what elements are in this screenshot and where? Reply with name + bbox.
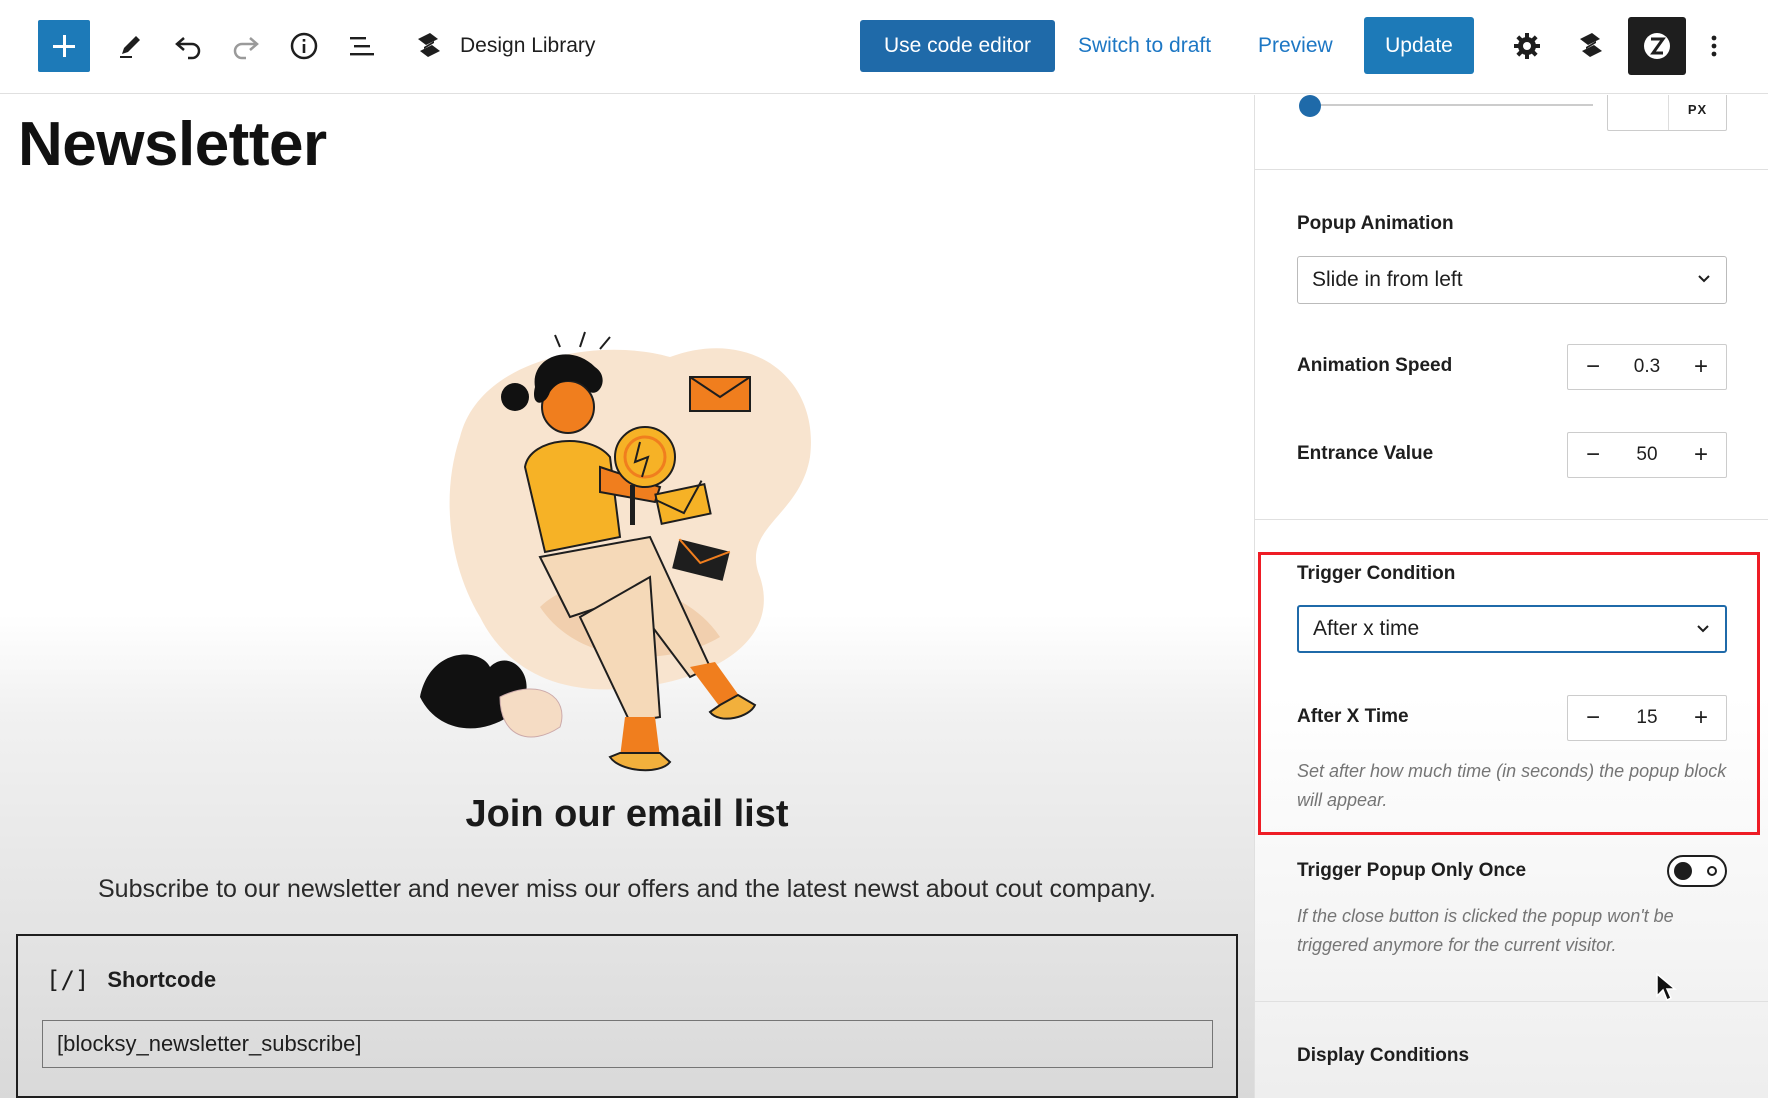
blocksy-logo-icon	[418, 33, 440, 57]
block-editor-icon[interactable]	[1628, 17, 1686, 75]
toggle-knob	[1674, 862, 1692, 880]
trigger-once-help: If the close button is clicked the popup…	[1297, 906, 1674, 955]
document-title-label: Design Library	[460, 34, 596, 57]
shortcode-block-header: [/] Shortcode	[46, 966, 216, 994]
editor-toolbar: Design Library Use code editor Switch to…	[0, 0, 1768, 94]
entrance-value-stepper: − 50 +	[1567, 432, 1727, 478]
update-button[interactable]: Update	[1364, 17, 1474, 74]
animation-speed-value[interactable]: 0.3	[1618, 356, 1676, 378]
trigger-once-toggle[interactable]	[1667, 855, 1727, 887]
document-title-button[interactable]: Design Library	[412, 22, 595, 70]
entrance-value-label: Entrance Value	[1297, 443, 1434, 464]
use-code-editor-button[interactable]: Use code editor	[860, 20, 1055, 72]
popup-animation-value: Slide in from left	[1312, 268, 1463, 291]
subscribe-paragraph[interactable]: Subscribe to our newsletter and never mi…	[0, 875, 1254, 904]
blocksy-icon[interactable]	[1567, 22, 1615, 70]
pencil-icon[interactable]	[106, 22, 154, 70]
decrement-button[interactable]: −	[1568, 345, 1618, 389]
after-x-time-stepper: − 15 +	[1567, 695, 1727, 741]
increment-button[interactable]: +	[1676, 696, 1726, 740]
settings-sidebar: PX Popup Animation Slide in from left An…	[1254, 95, 1768, 1098]
chevron-down-icon	[1698, 275, 1710, 283]
page-title[interactable]: Newsletter	[18, 109, 327, 180]
add-block-button[interactable]	[38, 20, 90, 72]
after-x-time-value[interactable]: 15	[1618, 707, 1676, 729]
popup-animation-label: Popup Animation	[1297, 213, 1454, 234]
slider-thumb[interactable]	[1299, 95, 1321, 117]
after-x-time-label: After X Time	[1297, 706, 1409, 727]
shortcode-block-title: Shortcode	[107, 967, 217, 992]
decrement-button[interactable]: −	[1568, 433, 1618, 477]
increment-button[interactable]: +	[1676, 345, 1726, 389]
undo-icon[interactable]	[164, 22, 212, 70]
email-list-heading[interactable]: Join our email list	[0, 793, 1254, 836]
trigger-condition-label: Trigger Condition	[1297, 563, 1456, 584]
trigger-condition-select[interactable]: After x time	[1297, 605, 1727, 653]
section-divider	[1255, 1001, 1768, 1002]
toggle-off-indicator	[1707, 866, 1717, 876]
animation-speed-stepper: − 0.3 +	[1567, 344, 1727, 390]
unit-selector[interactable]: PX	[1668, 95, 1726, 130]
shortcode-block[interactable]: [/] Shortcode [blocksy_newsletter_subscr…	[16, 934, 1238, 1098]
redo-icon[interactable]	[222, 22, 270, 70]
trigger-condition-value: After x time	[1313, 617, 1420, 640]
display-conditions-label[interactable]: Display Conditions	[1297, 1045, 1469, 1067]
popup-animation-select[interactable]: Slide in from left	[1297, 256, 1727, 304]
section-divider	[1255, 169, 1768, 170]
trigger-once-label: Trigger Popup Only Once	[1297, 860, 1527, 881]
newsletter-illustration[interactable]	[420, 317, 840, 827]
decrement-button[interactable]: −	[1568, 696, 1618, 740]
entrance-value-value[interactable]: 50	[1618, 444, 1676, 466]
shortcode-icon: [/]	[46, 966, 90, 994]
gear-icon[interactable]	[1503, 22, 1551, 70]
mouse-cursor-icon	[1656, 972, 1677, 1002]
info-icon[interactable]	[280, 22, 328, 70]
preview-button[interactable]: Preview	[1258, 20, 1333, 72]
size-slider-control: PX	[1255, 95, 1768, 135]
slider-track[interactable]	[1309, 104, 1593, 106]
section-divider	[1255, 519, 1768, 520]
increment-button[interactable]: +	[1676, 433, 1726, 477]
animation-speed-label: Animation Speed	[1297, 355, 1453, 376]
shortcode-input[interactable]: [blocksy_newsletter_subscribe]	[42, 1020, 1213, 1068]
more-vertical-icon[interactable]	[1690, 22, 1738, 70]
chevron-down-icon	[1697, 625, 1709, 633]
editor-canvas[interactable]: Newsletter Join our email list Subscribe…	[0, 95, 1254, 1098]
after-x-time-help: Set after how much time (in seconds) the…	[1297, 761, 1727, 810]
size-value-input[interactable]: PX	[1607, 95, 1727, 131]
switch-to-draft-button[interactable]: Switch to draft	[1078, 20, 1211, 72]
list-view-icon[interactable]	[338, 22, 386, 70]
